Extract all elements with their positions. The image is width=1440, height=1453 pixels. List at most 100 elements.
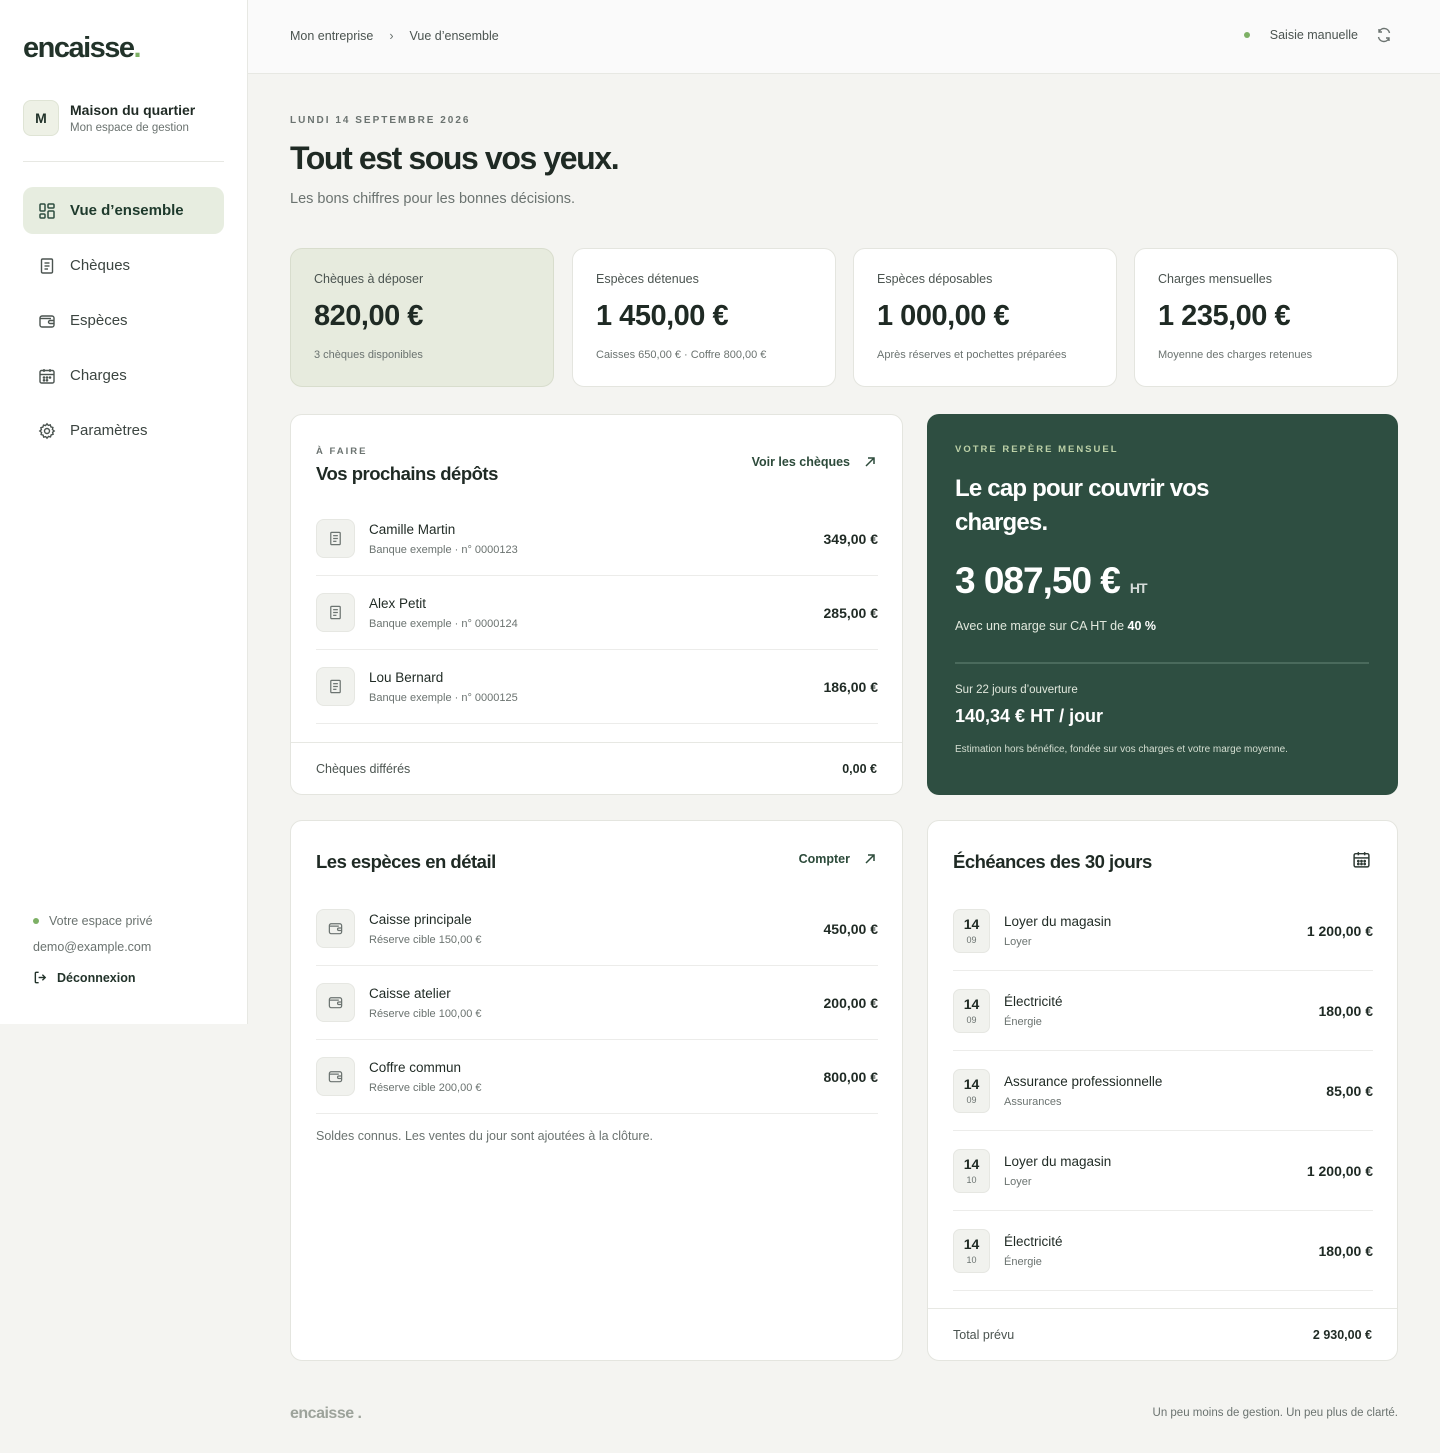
deferred-cheques-row: Chèques différés 0,00 € <box>291 742 902 794</box>
sidebar-item-charges[interactable]: Charges <box>23 352 224 399</box>
org-subtitle: Mon espace de gestion <box>70 122 189 134</box>
item-amount: 450,00 € <box>823 920 879 937</box>
item-amount: 186,00 € <box>823 678 879 695</box>
per-day-target: 140,34 € HT / jour <box>955 706 1104 726</box>
footer-tagline: Un peu moins de gestion. Un peu plus de … <box>1152 1407 1398 1419</box>
due-item[interactable]: 14 09 Loyer du magasin Loyer 1 200,00 € <box>953 891 1373 971</box>
footer-label: Total prévu <box>953 1327 1015 1342</box>
count-link[interactable]: Compter <box>799 852 876 866</box>
item-name: Lou Bernard <box>369 669 444 685</box>
monthly-target-value: 3 087,50 € HT <box>955 560 1148 601</box>
logout-icon <box>34 971 47 984</box>
date-badge: 14 09 <box>953 988 990 1033</box>
stat-value: 1 450,00 € <box>596 300 729 332</box>
card-title: Les espèces en détail <box>316 851 496 872</box>
card-eyebrow: À FAIRE <box>316 446 368 457</box>
list-item[interactable]: Camille Martin Banque exemple · n° 000012… <box>316 502 878 576</box>
user-email: demo@example.com <box>33 940 152 954</box>
date-label: LUNDI 14 SEPTEMBRE 2026 <box>290 115 471 126</box>
status-dot-icon <box>33 918 39 924</box>
item-amount: 180,00 € <box>1318 1002 1374 1019</box>
sidebar-item-label: Espèces <box>70 312 128 329</box>
sidebar-item-settings[interactable]: Paramètres <box>23 407 224 454</box>
item-meta: Assurances <box>1004 1095 1062 1108</box>
item-meta: Réserve cible 150,00 € <box>369 933 482 946</box>
item-meta: Banque exemple · n° 0000123 <box>369 543 518 556</box>
estimate-note: Estimation hors bénéfice, fondée sur vos… <box>955 744 1288 755</box>
list-item[interactable]: Caisse atelier Réserve cible 100,00 € 200… <box>316 966 878 1040</box>
stat-value: 1 000,00 € <box>877 300 1010 332</box>
list-item[interactable]: Alex Petit Banque exemple · n° 0000124 28… <box>316 576 878 650</box>
breadcrumb-item[interactable]: Mon entreprise <box>290 29 373 43</box>
cash-note: Soldes connus. Les ventes du jour sont a… <box>316 1129 654 1143</box>
arrow-up-right-icon <box>865 854 875 864</box>
total-row: Total prévu 2 930,00 € <box>928 1308 1397 1360</box>
item-meta: Loyer <box>1004 935 1032 948</box>
sidebar-footer: Votre espace privé demo@example.com Déco… <box>33 914 153 985</box>
wallet-icon <box>316 983 355 1022</box>
item-amount: 349,00 € <box>823 530 879 547</box>
item-amount: 1 200,00 € <box>1306 922 1373 939</box>
sync-status-label: Saisie manuelle <box>1269 28 1358 42</box>
sidebar-nav: Vue d’ensemble Chèques Espèces Charges P… <box>23 187 224 462</box>
due-item[interactable]: 14 09 Assurance professionnelle Assurances… <box>953 1051 1373 1131</box>
item-name: Loyer du magasin <box>1004 913 1112 929</box>
breadcrumb: Mon entreprise › Vue d’ensemble <box>290 29 499 43</box>
item-name: Assurance professionnelle <box>1004 1073 1163 1089</box>
dues-card: Échéances des 30 jours 14 09 Loyer du mag… <box>927 820 1398 1361</box>
item-meta: Réserve cible 200,00 € <box>369 1081 482 1094</box>
sidebar-item-overview[interactable]: Vue d’ensemble <box>23 187 224 234</box>
stat-sub: 3 chèques disponibles <box>314 349 423 361</box>
receipt-icon <box>316 667 355 706</box>
calendar-icon[interactable] <box>1352 850 1371 869</box>
refresh-icon[interactable] <box>1376 27 1392 43</box>
footer-value: 2 930,00 € <box>1312 1327 1372 1342</box>
sidebar-item-label: Chèques <box>70 257 131 274</box>
item-amount: 200,00 € <box>823 994 879 1011</box>
receipt-icon <box>316 593 355 632</box>
page-title: Tout est sous vos yeux. <box>290 140 620 176</box>
list-item[interactable]: Coffre commun Réserve cible 200,00 € 800,… <box>316 1040 878 1114</box>
due-item[interactable]: 14 09 Électricité Énergie 180,00 € <box>953 971 1373 1051</box>
card-title: Échéances des 30 jours <box>953 851 1152 872</box>
date-badge: 14 10 <box>953 1148 990 1193</box>
sidebar-item-cash[interactable]: Espèces <box>23 297 224 344</box>
stat-label: Chèques à déposer <box>314 272 424 286</box>
stat-card-monthly-charges[interactable]: Charges mensuelles 1 235,00 € Moyenne de… <box>1134 248 1398 387</box>
item-meta: Réserve cible 100,00 € <box>369 1007 482 1020</box>
list-item[interactable]: Caisse principale Réserve cible 150,00 € … <box>316 892 878 966</box>
private-space-indicator: Votre espace privé <box>33 914 153 928</box>
receipt-icon <box>38 257 56 275</box>
stat-card-cheques[interactable]: Chèques à déposer 820,00 € 3 chèques dis… <box>290 248 554 387</box>
stat-card-cash-held[interactable]: Espèces détenues 1 450,00 € Caisses 650,… <box>572 248 836 387</box>
opening-days: Sur 22 jours d’ouverture <box>955 684 1078 696</box>
sidebar: encaisse. M Maison du quartier Mon espac… <box>0 0 248 1024</box>
stat-label: Espèces détenues <box>596 272 699 286</box>
stat-card-cash-depositable[interactable]: Espèces déposables 1 000,00 € Après rése… <box>853 248 1117 387</box>
logout-button[interactable]: Déconnexion <box>33 970 153 985</box>
item-meta: Loyer <box>1004 1175 1032 1188</box>
list-item[interactable]: Lou Bernard Banque exemple · n° 0000125 1… <box>316 650 878 724</box>
item-amount: 285,00 € <box>823 604 879 621</box>
sync-status: Saisie manuelle <box>1243 27 1392 43</box>
stat-label: Espèces déposables <box>877 272 993 286</box>
stat-sub: Après réserves et pochettes préparées <box>877 349 1067 361</box>
breadcrumb-item-current: Vue d’ensemble <box>409 29 499 43</box>
app-logo[interactable]: encaisse. <box>23 32 142 65</box>
monthly-target-card: VOTRE REPÈRE MENSUEL Le cap pour couvrir… <box>927 414 1398 795</box>
item-amount: 85,00 € <box>1326 1082 1373 1099</box>
org-switcher[interactable]: M Maison du quartier Mon espace de gesti… <box>23 100 195 136</box>
page-subtitle: Les bons chiffres pour les bonnes décisi… <box>290 191 576 207</box>
wallet-icon <box>38 312 56 330</box>
margin-value: 40 % <box>1127 619 1157 633</box>
card-eyebrow: VOTRE REPÈRE MENSUEL <box>955 444 1119 455</box>
status-dot-icon <box>1243 32 1250 38</box>
item-name: Loyer du magasin <box>1004 1153 1112 1169</box>
item-name: Alex Petit <box>369 595 427 611</box>
view-cheques-link[interactable]: Voir les chèques <box>752 455 876 469</box>
due-item[interactable]: 14 10 Loyer du magasin Loyer 1 200,00 € <box>953 1131 1373 1211</box>
sidebar-item-cheques[interactable]: Chèques <box>23 242 224 289</box>
item-name: Caisse principale <box>369 911 472 927</box>
item-meta: Énergie <box>1004 1015 1042 1028</box>
due-item[interactable]: 14 10 Électricité Énergie 180,00 € <box>953 1211 1373 1291</box>
